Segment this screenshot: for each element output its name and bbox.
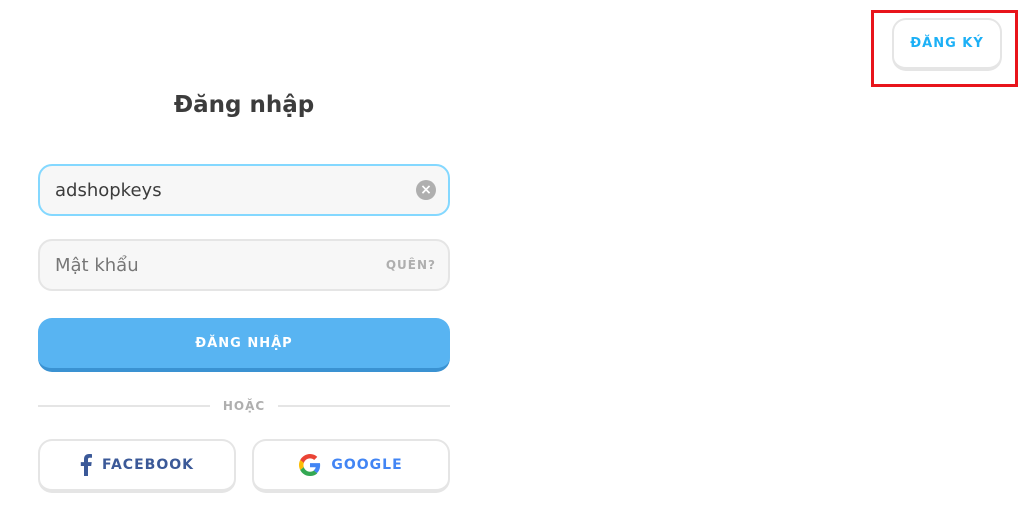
username-field[interactable]: adshopkeys × [38, 164, 450, 216]
divider-line-left [38, 405, 210, 407]
google-label: GOOGLE [331, 457, 403, 473]
login-button[interactable]: ĐĂNG NHẬP [38, 318, 450, 372]
google-icon [299, 454, 321, 476]
password-field[interactable]: Mật khẩu QUÊN? [38, 239, 450, 291]
facebook-icon [80, 454, 93, 476]
username-input[interactable]: adshopkeys [55, 180, 416, 201]
page-title: Đăng nhập [173, 92, 315, 118]
facebook-label: FACEBOOK [102, 457, 194, 473]
forgot-password-link[interactable]: QUÊN? [386, 258, 436, 272]
password-input[interactable]: Mật khẩu [55, 255, 386, 276]
clear-icon[interactable]: × [416, 180, 436, 200]
divider-label: HOẶC [222, 399, 266, 413]
divider-line-right [278, 405, 450, 407]
facebook-login-button[interactable]: FACEBOOK [38, 439, 236, 493]
or-divider: HOẶC [38, 396, 450, 416]
signup-button[interactable]: ĐĂNG KÝ [892, 18, 1002, 71]
google-login-button[interactable]: GOOGLE [252, 439, 450, 493]
